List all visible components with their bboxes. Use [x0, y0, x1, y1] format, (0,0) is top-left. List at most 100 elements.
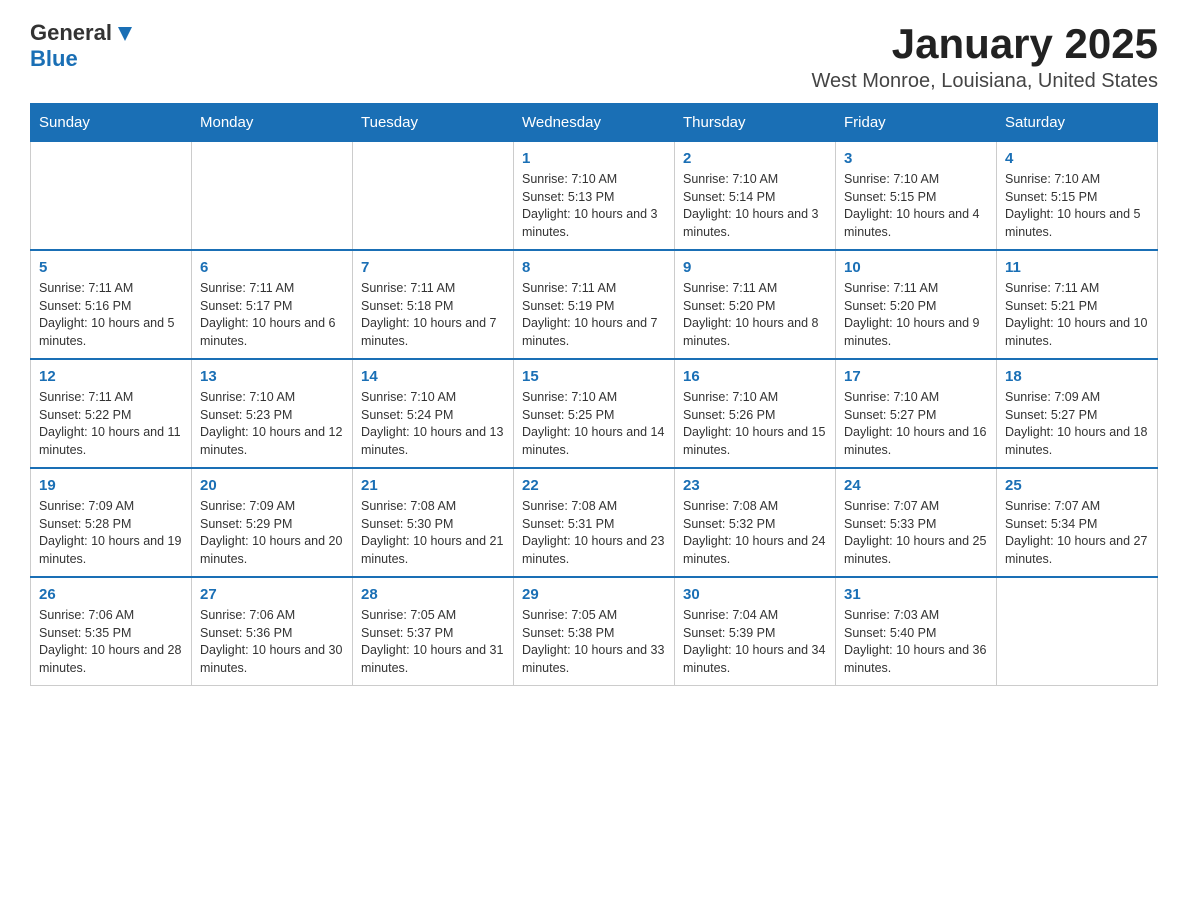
day-info: Sunrise: 7:05 AM Sunset: 5:37 PM Dayligh… [361, 607, 505, 677]
calendar-day-cell [353, 142, 514, 251]
page-header: General Blue January 2025 West Monroe, L… [30, 20, 1158, 93]
day-info: Sunrise: 7:11 AM Sunset: 5:19 PM Dayligh… [522, 280, 666, 350]
day-number: 15 [522, 368, 666, 385]
calendar-day-header: Saturday [997, 104, 1158, 142]
day-info: Sunrise: 7:11 AM Sunset: 5:21 PM Dayligh… [1005, 280, 1149, 350]
day-info: Sunrise: 7:10 AM Sunset: 5:15 PM Dayligh… [1005, 171, 1149, 241]
day-info: Sunrise: 7:08 AM Sunset: 5:30 PM Dayligh… [361, 498, 505, 568]
day-info: Sunrise: 7:07 AM Sunset: 5:33 PM Dayligh… [844, 498, 988, 568]
day-number: 5 [39, 259, 183, 276]
calendar-table: SundayMondayTuesdayWednesdayThursdayFrid… [30, 103, 1158, 686]
day-number: 16 [683, 368, 827, 385]
calendar-week-row: 26 Sunrise: 7:06 AM Sunset: 5:35 PM Dayli… [31, 577, 1158, 686]
calendar-day-cell: 6 Sunrise: 7:11 AM Sunset: 5:17 PM Daylig… [192, 250, 353, 359]
day-info: Sunrise: 7:06 AM Sunset: 5:35 PM Dayligh… [39, 607, 183, 677]
calendar-day-cell: 12 Sunrise: 7:11 AM Sunset: 5:22 PM Dayli… [31, 359, 192, 468]
day-number: 6 [200, 259, 344, 276]
day-number: 12 [39, 368, 183, 385]
day-number: 1 [522, 150, 666, 167]
day-number: 19 [39, 477, 183, 494]
logo: General Blue [30, 20, 136, 72]
calendar-header-row: SundayMondayTuesdayWednesdayThursdayFrid… [31, 104, 1158, 142]
day-info: Sunrise: 7:10 AM Sunset: 5:13 PM Dayligh… [522, 171, 666, 241]
day-info: Sunrise: 7:11 AM Sunset: 5:22 PM Dayligh… [39, 389, 183, 459]
day-number: 30 [683, 586, 827, 603]
day-number: 27 [200, 586, 344, 603]
calendar-day-cell: 20 Sunrise: 7:09 AM Sunset: 5:29 PM Dayli… [192, 468, 353, 577]
day-info: Sunrise: 7:06 AM Sunset: 5:36 PM Dayligh… [200, 607, 344, 677]
calendar-day-header: Wednesday [514, 104, 675, 142]
calendar-day-cell: 26 Sunrise: 7:06 AM Sunset: 5:35 PM Dayli… [31, 577, 192, 686]
day-info: Sunrise: 7:10 AM Sunset: 5:15 PM Dayligh… [844, 171, 988, 241]
day-number: 9 [683, 259, 827, 276]
day-number: 29 [522, 586, 666, 603]
day-info: Sunrise: 7:08 AM Sunset: 5:32 PM Dayligh… [683, 498, 827, 568]
day-info: Sunrise: 7:05 AM Sunset: 5:38 PM Dayligh… [522, 607, 666, 677]
logo-arrow-icon [114, 23, 136, 45]
calendar-subtitle: West Monroe, Louisiana, United States [812, 70, 1158, 93]
calendar-day-cell: 16 Sunrise: 7:10 AM Sunset: 5:26 PM Dayli… [675, 359, 836, 468]
calendar-day-cell: 5Sunrise: 7:11 AM Sunset: 5:16 PM Daylig… [31, 250, 192, 359]
calendar-day-cell [997, 577, 1158, 686]
calendar-day-cell: 8 Sunrise: 7:11 AM Sunset: 5:19 PM Daylig… [514, 250, 675, 359]
day-info: Sunrise: 7:09 AM Sunset: 5:28 PM Dayligh… [39, 498, 183, 568]
title-section: January 2025 West Monroe, Louisiana, Uni… [812, 20, 1158, 93]
day-info: Sunrise: 7:10 AM Sunset: 5:27 PM Dayligh… [844, 389, 988, 459]
calendar-day-header: Monday [192, 104, 353, 142]
calendar-day-cell: 18Sunrise: 7:09 AM Sunset: 5:27 PM Dayli… [997, 359, 1158, 468]
calendar-day-cell: 19 Sunrise: 7:09 AM Sunset: 5:28 PM Dayli… [31, 468, 192, 577]
day-info: Sunrise: 7:09 AM Sunset: 5:29 PM Dayligh… [200, 498, 344, 568]
calendar-day-cell: 22 Sunrise: 7:08 AM Sunset: 5:31 PM Dayli… [514, 468, 675, 577]
calendar-day-cell: 15 Sunrise: 7:10 AM Sunset: 5:25 PM Dayli… [514, 359, 675, 468]
calendar-day-header: Thursday [675, 104, 836, 142]
day-number: 7 [361, 259, 505, 276]
calendar-day-cell: 3 Sunrise: 7:10 AM Sunset: 5:15 PM Daylig… [836, 142, 997, 251]
day-number: 11 [1005, 259, 1149, 276]
day-number: 3 [844, 150, 988, 167]
day-info: Sunrise: 7:03 AM Sunset: 5:40 PM Dayligh… [844, 607, 988, 677]
calendar-day-header: Sunday [31, 104, 192, 142]
day-number: 20 [200, 477, 344, 494]
calendar-day-cell: 25Sunrise: 7:07 AM Sunset: 5:34 PM Dayli… [997, 468, 1158, 577]
calendar-day-cell: 28 Sunrise: 7:05 AM Sunset: 5:37 PM Dayli… [353, 577, 514, 686]
calendar-day-cell [192, 142, 353, 251]
day-number: 2 [683, 150, 827, 167]
day-number: 31 [844, 586, 988, 603]
day-info: Sunrise: 7:10 AM Sunset: 5:25 PM Dayligh… [522, 389, 666, 459]
calendar-week-row: 19 Sunrise: 7:09 AM Sunset: 5:28 PM Dayli… [31, 468, 1158, 577]
day-info: Sunrise: 7:11 AM Sunset: 5:18 PM Dayligh… [361, 280, 505, 350]
calendar-day-cell: 30 Sunrise: 7:04 AM Sunset: 5:39 PM Dayli… [675, 577, 836, 686]
calendar-day-cell: 4 Sunrise: 7:10 AM Sunset: 5:15 PM Daylig… [997, 142, 1158, 251]
calendar-day-cell: 21 Sunrise: 7:08 AM Sunset: 5:30 PM Dayli… [353, 468, 514, 577]
calendar-day-cell: 17Sunrise: 7:10 AM Sunset: 5:27 PM Dayli… [836, 359, 997, 468]
day-info: Sunrise: 7:08 AM Sunset: 5:31 PM Dayligh… [522, 498, 666, 568]
calendar-day-cell: 9Sunrise: 7:11 AM Sunset: 5:20 PM Daylig… [675, 250, 836, 359]
calendar-day-header: Tuesday [353, 104, 514, 142]
day-number: 21 [361, 477, 505, 494]
day-info: Sunrise: 7:11 AM Sunset: 5:17 PM Dayligh… [200, 280, 344, 350]
day-number: 18 [1005, 368, 1149, 385]
day-number: 25 [1005, 477, 1149, 494]
calendar-day-cell: 24Sunrise: 7:07 AM Sunset: 5:33 PM Dayli… [836, 468, 997, 577]
day-number: 28 [361, 586, 505, 603]
day-number: 8 [522, 259, 666, 276]
day-number: 14 [361, 368, 505, 385]
calendar-day-header: Friday [836, 104, 997, 142]
day-number: 10 [844, 259, 988, 276]
day-number: 23 [683, 477, 827, 494]
day-number: 4 [1005, 150, 1149, 167]
day-number: 26 [39, 586, 183, 603]
day-info: Sunrise: 7:10 AM Sunset: 5:24 PM Dayligh… [361, 389, 505, 459]
day-number: 22 [522, 477, 666, 494]
calendar-day-cell [31, 142, 192, 251]
day-info: Sunrise: 7:04 AM Sunset: 5:39 PM Dayligh… [683, 607, 827, 677]
calendar-week-row: 1 Sunrise: 7:10 AM Sunset: 5:13 PM Daylig… [31, 142, 1158, 251]
calendar-day-cell: 2Sunrise: 7:10 AM Sunset: 5:14 PM Daylig… [675, 142, 836, 251]
calendar-week-row: 12 Sunrise: 7:11 AM Sunset: 5:22 PM Dayli… [31, 359, 1158, 468]
calendar-day-cell: 31 Sunrise: 7:03 AM Sunset: 5:40 PM Dayli… [836, 577, 997, 686]
day-info: Sunrise: 7:11 AM Sunset: 5:20 PM Dayligh… [844, 280, 988, 350]
calendar-week-row: 5Sunrise: 7:11 AM Sunset: 5:16 PM Daylig… [31, 250, 1158, 359]
day-info: Sunrise: 7:10 AM Sunset: 5:26 PM Dayligh… [683, 389, 827, 459]
logo-general: General [30, 20, 112, 46]
calendar-day-cell: 14 Sunrise: 7:10 AM Sunset: 5:24 PM Dayli… [353, 359, 514, 468]
